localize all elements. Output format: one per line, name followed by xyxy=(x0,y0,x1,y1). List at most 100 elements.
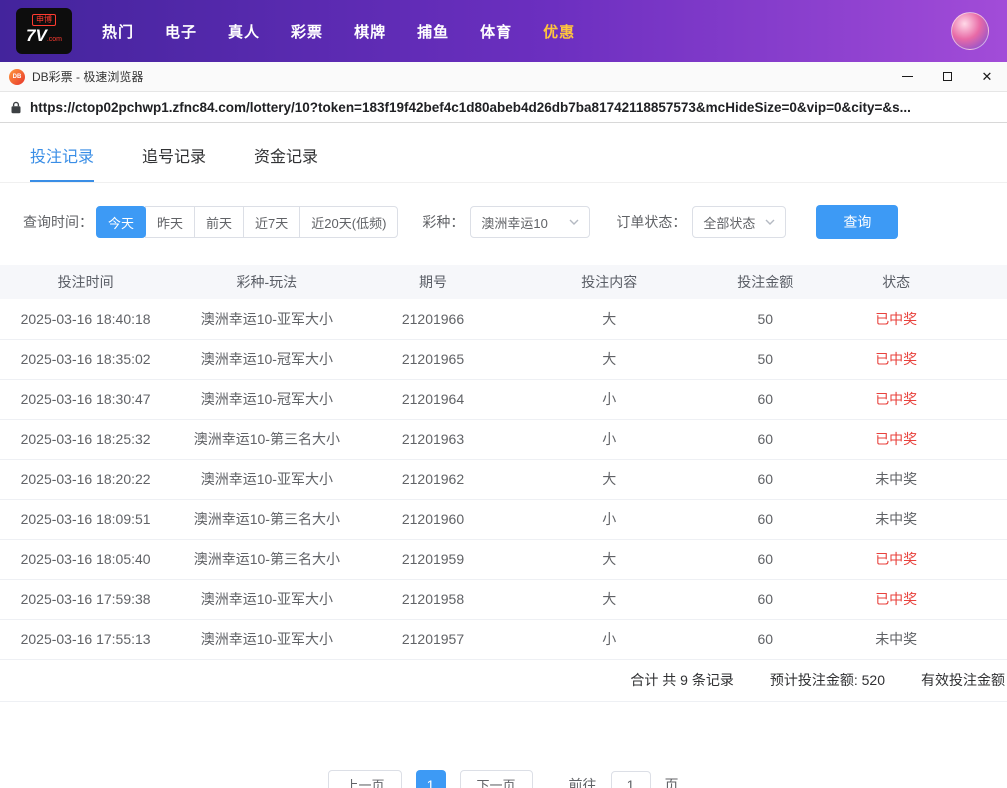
cell-game-play: 澳洲幸运10-亚军大小 xyxy=(171,459,363,500)
user-avatar[interactable] xyxy=(951,12,989,50)
site-logo[interactable]: 申博 7V.com xyxy=(16,8,72,54)
cell-bet-content: 小 xyxy=(503,619,715,660)
cell-filler xyxy=(976,419,1007,460)
cell-bet-time: 2025-03-16 18:30:47 xyxy=(0,379,172,420)
lottery-select-value: 澳洲幸运10 xyxy=(481,215,548,231)
table-row: 2025-03-16 17:55:13 澳洲幸运10-亚军大小 21201957… xyxy=(0,619,1007,660)
maximize-icon xyxy=(942,72,952,81)
table-header: 投注时间 彩种-玩法 期号 投注内容 投注金额 状态 xyxy=(0,265,1007,299)
cell-bet-content: 大 xyxy=(503,539,715,580)
cell-bet-time: 2025-03-16 18:35:02 xyxy=(0,339,172,380)
cell-bet-content: 大 xyxy=(503,579,715,620)
cell-bet-content: 小 xyxy=(503,419,715,460)
prev-page-button[interactable]: 上一页 xyxy=(328,769,402,788)
cell-filler xyxy=(976,459,1007,500)
cell-bet-time: 2025-03-16 18:25:32 xyxy=(0,419,172,460)
nav-item[interactable]: 热门 xyxy=(102,21,134,42)
table-row: 2025-03-16 18:35:02 澳洲幸运10-冠军大小 21201965… xyxy=(0,339,1007,380)
minimize-button[interactable] xyxy=(887,62,927,91)
cell-issue-number: 21201966 xyxy=(362,299,504,340)
query-button[interactable]: 查询 xyxy=(816,205,899,239)
table-row: 2025-03-16 18:20:22 澳洲幸运10-亚军大小 21201962… xyxy=(0,459,1007,500)
table-row: 2025-03-16 18:40:18 澳洲幸运10-亚军大小 21201966… xyxy=(0,299,1007,340)
status-select-value: 全部状态 xyxy=(703,215,756,231)
logo-badge: 申博 xyxy=(32,13,56,26)
site-header: 申博 7V.com 热门 电子 真人 彩票 棋牌 捕鱼 体育 优惠 xyxy=(0,0,1007,62)
next-page-button[interactable]: 下一页 xyxy=(459,769,533,788)
cell-bet-content: 小 xyxy=(503,379,715,420)
cell-issue-number: 21201965 xyxy=(362,339,504,380)
logo-brand: 7V.com xyxy=(26,25,62,45)
browser-urlbar[interactable]: https://ctop02pchwp1.zfnc84.com/lottery/… xyxy=(0,92,1007,123)
url-text[interactable]: https://ctop02pchwp1.zfnc84.com/lottery/… xyxy=(30,100,911,115)
cell-issue-number: 21201957 xyxy=(362,619,504,660)
chevron-down-icon xyxy=(765,219,775,225)
goto-page-label: 前往 xyxy=(568,776,597,788)
cell-bet-content: 小 xyxy=(503,499,715,540)
cell-bet-time: 2025-03-16 17:59:38 xyxy=(0,579,172,620)
minimize-icon xyxy=(901,76,913,77)
cell-game-play: 澳洲幸运10-冠军大小 xyxy=(171,339,363,380)
cell-bet-time: 2025-03-16 18:09:51 xyxy=(0,499,172,540)
table-row: 2025-03-16 18:25:32 澳洲幸运10-第三名大小 2120196… xyxy=(0,419,1007,460)
table-row: 2025-03-16 18:30:47 澳洲幸运10-冠军大小 21201964… xyxy=(0,379,1007,420)
cell-issue-number: 21201960 xyxy=(362,499,504,540)
cell-bet-content: 大 xyxy=(503,459,715,500)
time-filter-button[interactable]: 前天 xyxy=(194,206,245,238)
cell-bet-amount: 60 xyxy=(714,499,816,540)
summary-valid-amount: 有效投注金额 xyxy=(921,672,1005,688)
page-number-current[interactable]: 1 xyxy=(415,769,446,788)
cell-filler xyxy=(976,379,1007,420)
status-select-label: 订单状态： xyxy=(616,214,687,230)
cell-issue-number: 21201959 xyxy=(362,539,504,580)
logo-suffix: .com xyxy=(46,35,62,43)
cell-bet-time: 2025-03-16 18:40:18 xyxy=(0,299,172,340)
nav-item[interactable]: 优惠 xyxy=(543,21,575,42)
nav-item[interactable]: 棋牌 xyxy=(354,21,386,42)
time-filter-button[interactable]: 昨天 xyxy=(145,206,196,238)
cell-status: 未中奖 xyxy=(815,459,977,500)
nav-item[interactable]: 真人 xyxy=(228,21,260,42)
window-title: DB彩票 - 极速浏览器 xyxy=(32,70,144,84)
maximize-button[interactable] xyxy=(927,62,967,91)
cell-status: 已中奖 xyxy=(815,339,977,380)
table-row: 2025-03-16 18:09:51 澳洲幸运10-第三名大小 2120196… xyxy=(0,499,1007,540)
column-header: 投注内容 xyxy=(503,265,715,299)
time-filter-button[interactable]: 近20天(低频) xyxy=(299,206,399,238)
close-button[interactable]: ✕ xyxy=(967,62,1007,91)
cell-issue-number: 21201964 xyxy=(362,379,504,420)
cell-game-play: 澳洲幸运10-第三名大小 xyxy=(171,539,363,580)
bet-records-table: 投注时间 彩种-玩法 期号 投注内容 投注金额 状态 2025-03-16 18… xyxy=(0,265,1007,660)
nav-item[interactable]: 体育 xyxy=(480,21,512,42)
nav-item[interactable]: 彩票 xyxy=(291,21,323,42)
cell-filler xyxy=(976,299,1007,340)
time-filter-button[interactable]: 近7天 xyxy=(243,206,301,238)
lock-icon xyxy=(11,101,21,113)
summary-total-count: 合计 共 9 条记录 xyxy=(630,672,734,688)
cell-bet-time: 2025-03-16 17:55:13 xyxy=(0,619,172,660)
lottery-records-page: 投注记录 追号记录 资金记录 查询时间： 今天 昨天 前天 近7天 近20天(低… xyxy=(0,123,1007,788)
time-filter-button[interactable]: 今天 xyxy=(96,206,147,238)
main-nav: 热门 电子 真人 彩票 棋牌 捕鱼 体育 优惠 xyxy=(102,21,951,42)
cell-bet-amount: 50 xyxy=(714,339,816,380)
tab[interactable]: 资金记录 xyxy=(254,143,318,182)
cell-game-play: 澳洲幸运10-第三名大小 xyxy=(171,499,363,540)
cell-game-play: 澳洲幸运10-亚军大小 xyxy=(171,579,363,620)
cell-status: 未中奖 xyxy=(815,499,977,540)
status-select[interactable]: 全部状态 xyxy=(692,206,787,238)
goto-page-suffix: 页 xyxy=(664,776,679,788)
tab[interactable]: 投注记录 xyxy=(30,143,95,182)
nav-item[interactable]: 捕鱼 xyxy=(417,21,449,42)
goto-page-input[interactable] xyxy=(610,770,651,788)
cell-filler xyxy=(976,579,1007,620)
nav-item[interactable]: 电子 xyxy=(165,21,197,42)
cell-bet-amount: 60 xyxy=(714,579,816,620)
tab[interactable]: 追号记录 xyxy=(142,143,206,182)
lottery-select[interactable]: 澳洲幸运10 xyxy=(470,206,591,238)
cell-bet-time: 2025-03-16 18:05:40 xyxy=(0,539,172,580)
chevron-down-icon xyxy=(569,219,579,225)
table-row: 2025-03-16 17:59:38 澳洲幸运10-亚军大小 21201958… xyxy=(0,579,1007,620)
time-filter-group: 今天 昨天 前天 近7天 近20天(低频) xyxy=(96,206,399,238)
cell-bet-content: 大 xyxy=(503,299,715,340)
cell-bet-amount: 60 xyxy=(714,379,816,420)
